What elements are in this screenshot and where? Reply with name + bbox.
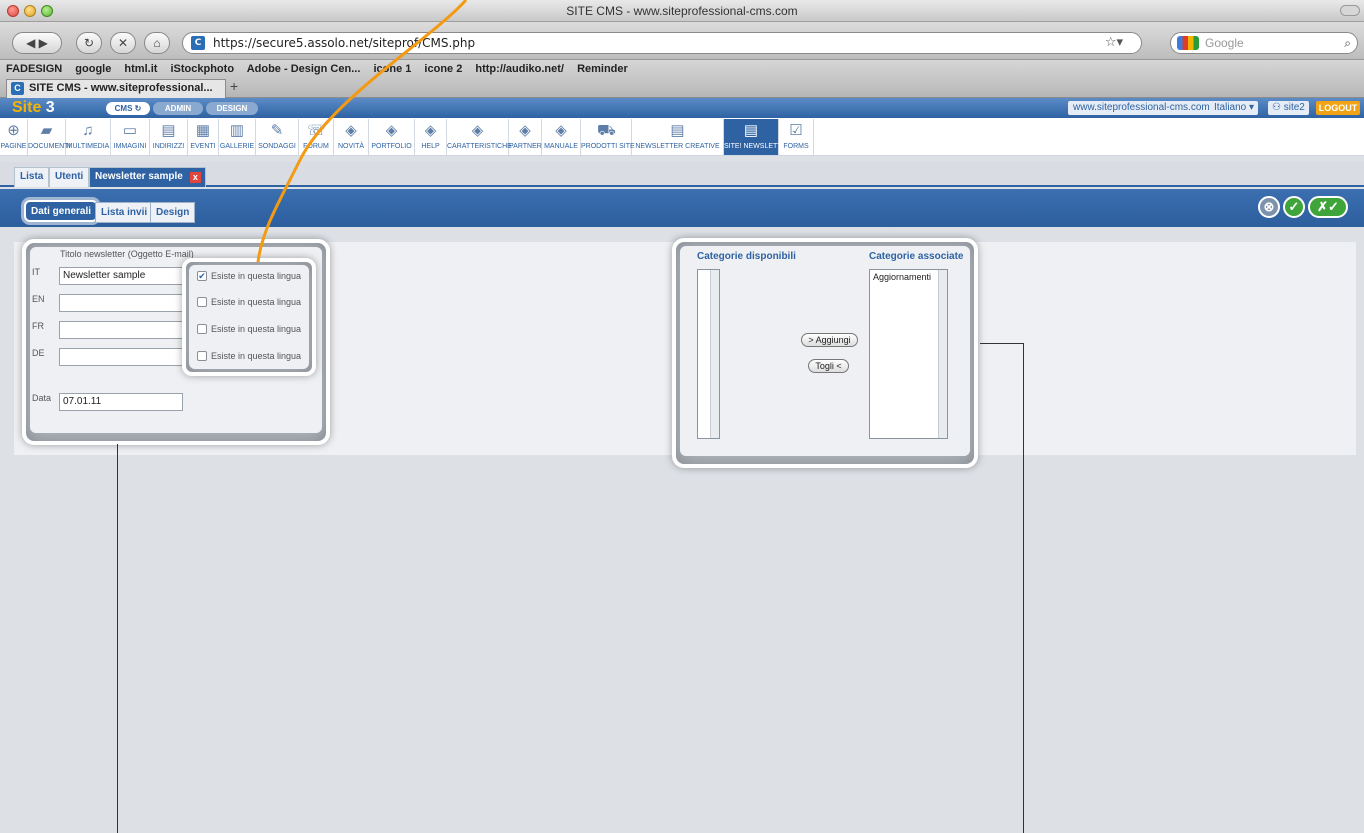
annotation-line-left — [117, 444, 118, 833]
annotation-overlay — [256, 0, 468, 263]
annotation-line-right-v — [1023, 343, 1024, 833]
annotation-curve — [256, 0, 468, 263]
annotation-line-right-h — [980, 343, 1024, 344]
